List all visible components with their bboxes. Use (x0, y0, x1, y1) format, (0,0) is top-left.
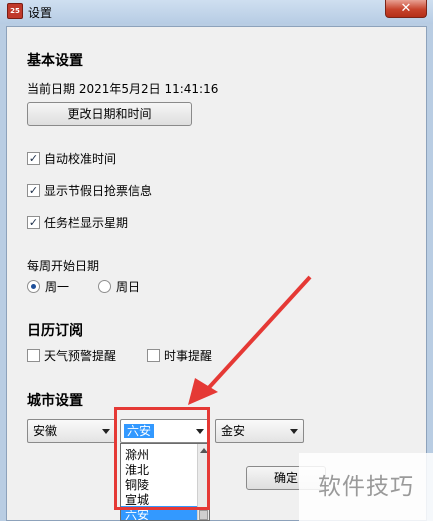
watermark-text: 软件技巧 (299, 453, 433, 521)
annotation-arrow-icon (188, 275, 312, 405)
